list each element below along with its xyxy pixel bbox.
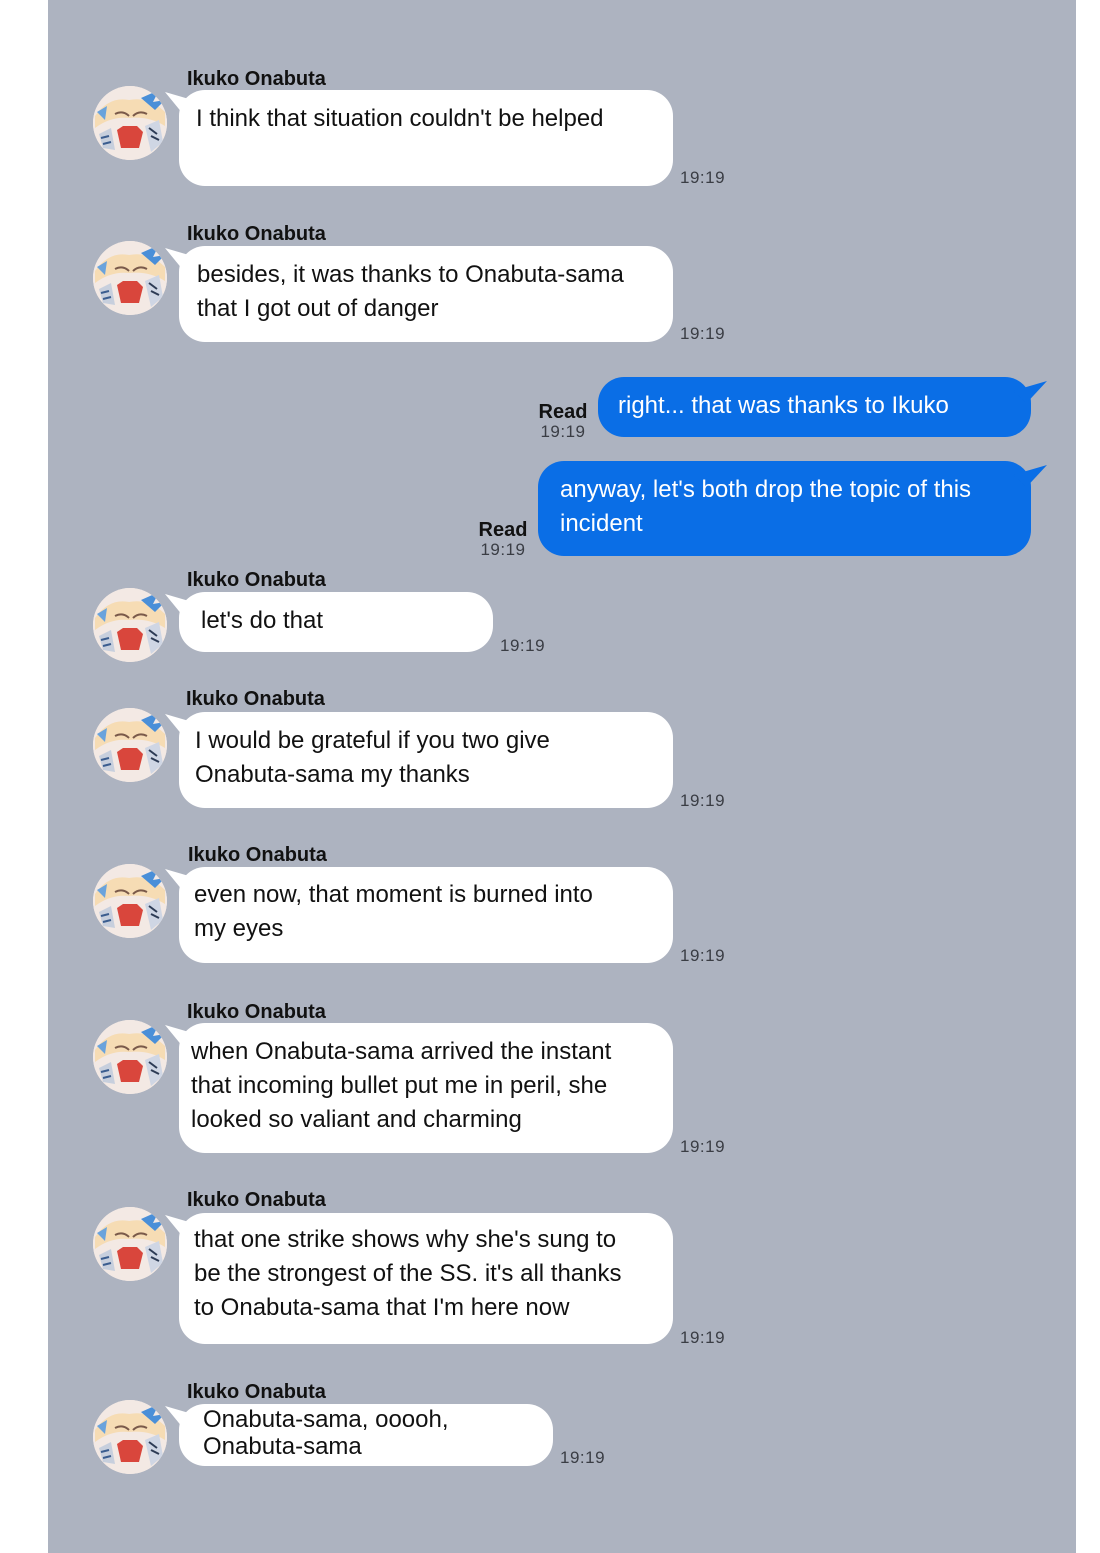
sender-name: Ikuko Onabuta <box>187 223 326 245</box>
message-text: besides, it was thanks to Onabuta-sama <box>197 261 624 288</box>
message-text: I would be grateful if you two give <box>195 727 550 754</box>
read-status: Read <box>538 401 588 423</box>
message-text: Onabuta-sama, ooooh, <box>203 1406 449 1433</box>
sender-name: Ikuko Onabuta <box>186 688 325 710</box>
message-bubble[interactable]: that one strike shows why she's sung to … <box>179 1213 673 1344</box>
read-status: Read <box>478 519 528 541</box>
message-text: Onabuta-sama <box>203 1433 362 1460</box>
message-text: anyway, let's both drop the topic of thi… <box>560 476 972 503</box>
avatar-icon[interactable] <box>93 588 167 662</box>
message-text: that incoming bullet put me in peril, sh… <box>191 1072 608 1099</box>
message-bubble[interactable]: anyway, let's both drop the topic of thi… <box>538 461 1031 556</box>
sender-name: Ikuko Onabuta <box>187 68 326 90</box>
message-time: 19:19 <box>500 636 546 655</box>
avatar-icon[interactable] <box>93 86 167 160</box>
message-text: that I got out of danger <box>197 295 439 322</box>
read-receipt: Read 19:19 <box>474 519 532 559</box>
message-time: 19:19 <box>680 791 726 810</box>
message-time: 19:19 <box>680 168 726 187</box>
message-text: that one strike shows why she's sung to <box>194 1226 617 1253</box>
message-time: 19:19 <box>480 540 526 559</box>
message-bubble[interactable]: besides, it was thanks to Onabuta-sama t… <box>179 246 673 342</box>
message-text: when Onabuta-sama arrived the instant <box>191 1038 612 1065</box>
message-text: let's do that <box>201 607 323 634</box>
message-bubble[interactable]: I think that situation couldn't be helpe… <box>179 90 673 186</box>
message-bubble[interactable]: let's do that <box>179 592 493 652</box>
avatar-icon[interactable] <box>93 864 167 938</box>
avatar-icon[interactable] <box>93 708 167 782</box>
message-time: 19:19 <box>680 324 726 343</box>
sender-name: Ikuko Onabuta <box>187 1189 326 1211</box>
message-text: I think that situation couldn't be helpe… <box>196 105 604 132</box>
message-text: looked so valiant and charming <box>191 1106 522 1133</box>
message-text: incident <box>560 510 643 537</box>
message-bubble[interactable]: right... that was thanks to Ikuko <box>598 377 1031 437</box>
message-time: 19:19 <box>680 1137 726 1156</box>
avatar-icon[interactable] <box>93 1020 167 1094</box>
sender-name: Ikuko Onabuta <box>187 1001 326 1023</box>
sender-name: Ikuko Onabuta <box>188 844 327 866</box>
message-time: 19:19 <box>680 1328 726 1347</box>
message-bubble[interactable]: when Onabuta-sama arrived the instant th… <box>179 1023 673 1153</box>
message-bubble[interactable]: I would be grateful if you two give Onab… <box>179 712 673 808</box>
read-receipt: Read 19:19 <box>534 401 592 441</box>
message-time: 19:19 <box>680 946 726 965</box>
message-text: Onabuta-sama my thanks <box>195 761 470 788</box>
message-text: my eyes <box>194 915 284 942</box>
avatar-icon[interactable] <box>93 241 167 315</box>
message-text: right... that was thanks to Ikuko <box>618 392 949 419</box>
message-bubble[interactable]: even now, that moment is burned into my … <box>179 867 673 963</box>
message-text: to Onabuta-sama that I'm here now <box>194 1294 570 1321</box>
avatar-icon[interactable] <box>93 1207 167 1281</box>
message-bubble[interactable]: Onabuta-sama, ooooh, Onabuta-sama <box>179 1404 553 1466</box>
message-time: 19:19 <box>560 1448 606 1467</box>
message-text: be the strongest of the SS. it's all tha… <box>194 1260 622 1287</box>
message-time: 19:19 <box>540 422 586 441</box>
chat-panel[interactable]: Ikuko Onabuta I think that situation cou… <box>48 0 1076 1553</box>
avatar-icon[interactable] <box>93 1400 167 1474</box>
sender-name: Ikuko Onabuta <box>187 569 326 591</box>
message-text: even now, that moment is burned into <box>194 881 593 908</box>
sender-name: Ikuko Onabuta <box>187 1381 326 1403</box>
